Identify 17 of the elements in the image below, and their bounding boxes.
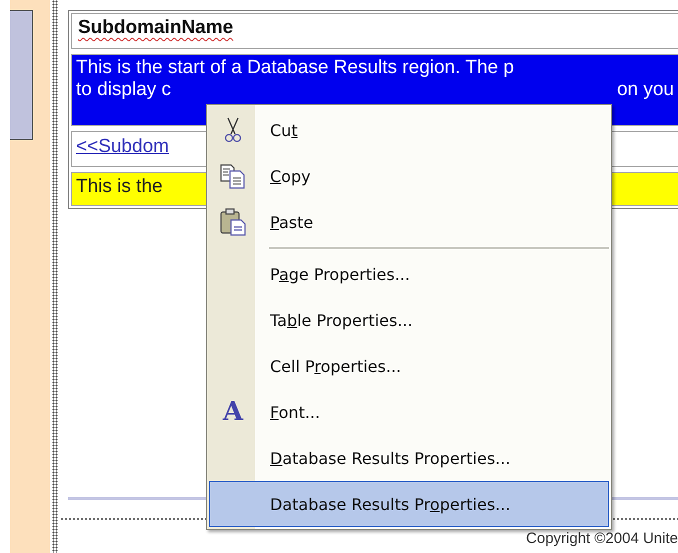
menu-item[interactable]: Database Results Properties... xyxy=(209,435,609,481)
copy-icon xyxy=(219,163,247,189)
menu-item[interactable]: Page Properties... xyxy=(209,251,609,297)
field-link[interactable]: <<Subdom xyxy=(76,136,169,157)
notice-text: This is the start of a Database Results region. The p xyxy=(76,57,515,79)
notice-text: to display c xyxy=(76,79,172,101)
menu-item[interactable]: Database Results Properties... xyxy=(209,481,609,527)
notice-text: on you xyxy=(616,79,674,101)
menu-item[interactable]: A Font... xyxy=(209,389,609,435)
menu-item[interactable]: Cell Properties... xyxy=(209,343,609,389)
menu-item[interactable]: Cut xyxy=(209,107,609,153)
clipboard-icon xyxy=(219,208,247,236)
copyright-text: Copyright ©2004 Unite xyxy=(526,530,678,547)
font-icon: A xyxy=(222,397,244,427)
column-header: SubdomainName xyxy=(78,17,234,38)
scissors-icon xyxy=(224,117,242,143)
menu-item[interactable]: Table Properties... xyxy=(209,297,609,343)
